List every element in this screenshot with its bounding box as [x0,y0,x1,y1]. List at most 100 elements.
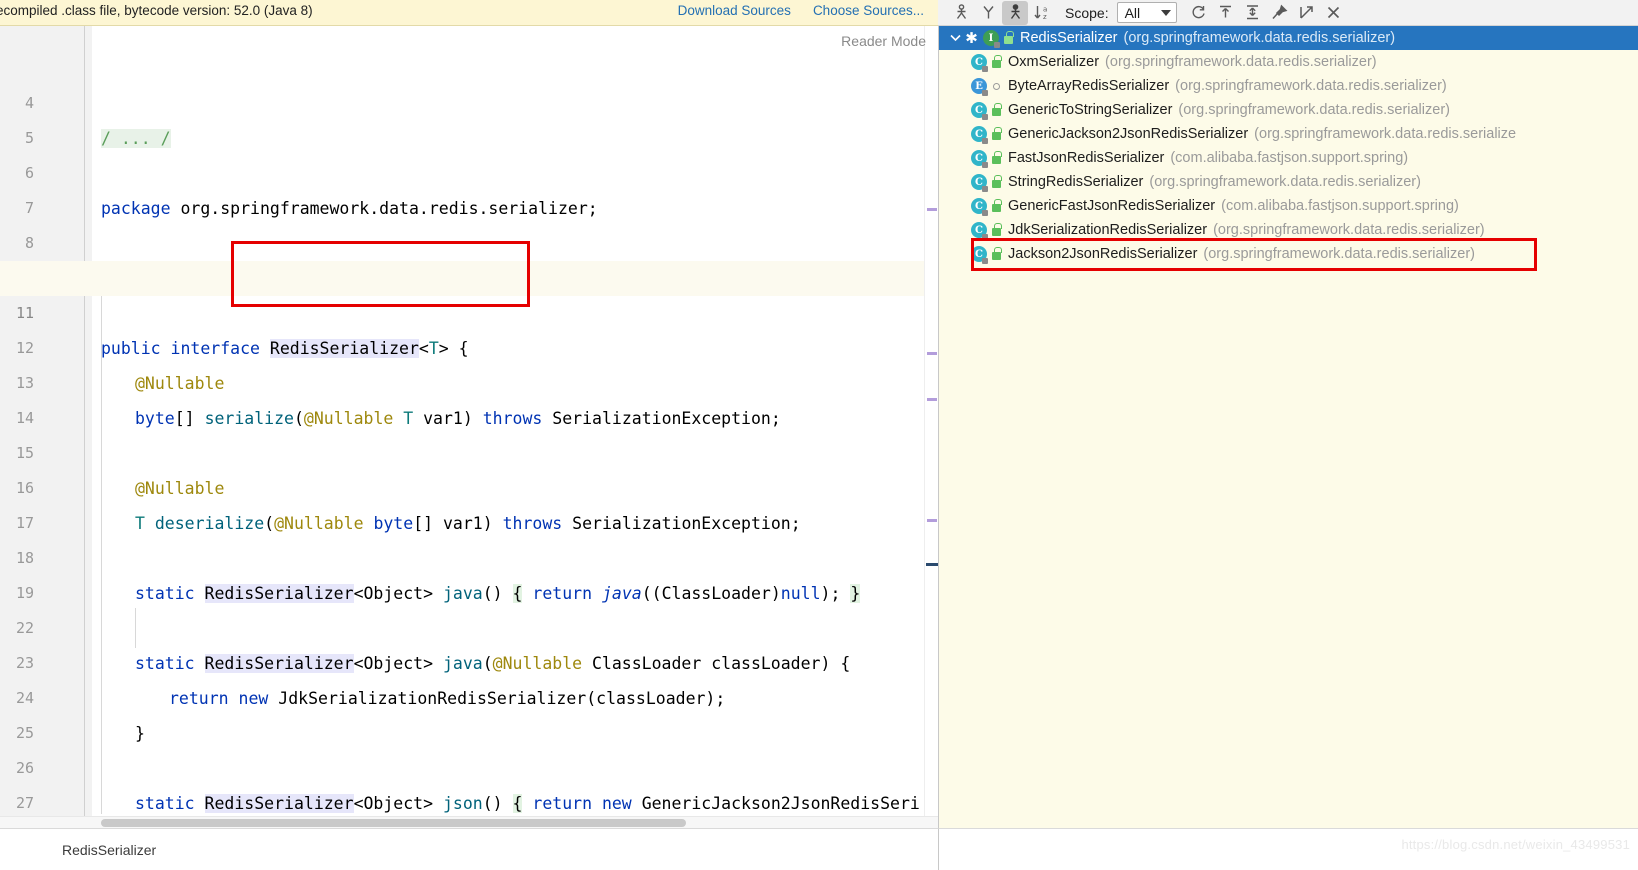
top-row: ecompiled .class file, bytecode version:… [0,0,1638,26]
visibility-lock-icon [1002,30,1015,45]
hierarchy-row[interactable]: C GenericFastJsonRedisSerializer (com.al… [939,194,1638,218]
pin-tab-icon[interactable] [1267,1,1293,25]
hierarchy-row[interactable]: C OxmSerializer (org.springframework.dat… [939,50,1638,74]
code-line: 6 package org.springframework.data.redis… [0,121,938,218]
decompiled-notification-bar: ecompiled .class file, bytecode version:… [0,0,938,26]
lock-dot [982,210,988,216]
code-line: 5 [0,86,938,147]
error-stripe[interactable] [924,26,938,816]
code-line: 7 [0,156,938,217]
hierarchy-package: (org.springframework.data.redis.serializ… [1105,54,1377,70]
hierarchy-package: (org.springframework.data.redis.serializ… [1178,102,1450,118]
lock-dot [982,258,988,264]
hierarchy-package: (org.springframework.data.redis.serializ… [1203,246,1475,262]
reader-mode-label[interactable]: Reader Mode [841,33,926,49]
scrollbar-thumb[interactable] [101,819,686,827]
code-line: 28 static RedisSerializer<String> string… [0,786,938,816]
hierarchy-row[interactable]: C JdkSerializationRedisSerializer (org.s… [939,218,1638,242]
subtypes-hierarchy-icon[interactable] [1002,0,1028,25]
hierarchy-class-name: FastJsonRedisSerializer [1008,150,1165,166]
lock-dot [982,138,988,144]
status-right-area: https://blog.csdn.net/weixin_43499531 [938,828,1638,870]
hierarchy-package: (org.springframework.data.redis.serializ… [1123,30,1396,46]
asterisk-icon: ✱ [965,30,978,47]
idea-window: ecompiled .class file, bytecode version:… [0,0,1638,870]
hierarchy-row-root[interactable]: ✱ I RedisSerializer (org.springframework… [939,26,1638,50]
supertypes-hierarchy-icon[interactable] [975,1,1001,25]
hierarchy-row[interactable]: E ByteArrayRedisSerializer (org.springfr… [939,74,1638,98]
watermark-text: https://blog.csdn.net/weixin_43499531 [1401,837,1630,852]
hierarchy-tree[interactable]: ✱ I RedisSerializer (org.springframework… [939,26,1638,828]
refresh-icon[interactable] [1186,1,1212,25]
hierarchy-row[interactable]: C GenericJackson2JsonRedisSerializer (or… [939,122,1638,146]
editor-horizontal-scrollbar[interactable] [0,816,938,828]
hierarchy-row[interactable]: C GenericToStringSerializer (org.springf… [939,98,1638,122]
class-icon: C [971,150,988,168]
visibility-dot-icon [990,79,1003,93]
code-line: 16 T deserialize(@Nullable byte[] var1) … [0,436,938,533]
visibility-lock-icon [990,222,1003,237]
stripe-mark [927,519,937,522]
sort-alphabetically-icon[interactable]: a z [1029,1,1055,25]
hierarchy-package: (org.springframework.data.redis.serializ… [1149,174,1421,190]
lock-dot [982,114,988,120]
hierarchy-package: (org.springframework.data.redis.serializ… [1213,222,1485,238]
hierarchy-package: (org.springframework.data.redis.serializ… [1175,78,1447,94]
code-content[interactable]: 4 / ... / 5 6 package org.springframewor… [0,26,938,816]
chevron-down-icon[interactable] [947,30,963,46]
code-line: 26 static RedisSerializer<Object> json()… [0,716,938,813]
collapse-all-icon[interactable] [1240,1,1266,25]
hierarchy-class-name: GenericToStringSerializer [1008,102,1173,118]
editor-scroll-area[interactable]: Reader Mode I ↓ I ↓ I ↓ @ @ [0,26,938,816]
visibility-lock-icon [990,198,1003,213]
class-icon: C [971,102,988,120]
status-breadcrumb: RedisSerializer [0,828,938,870]
class-icon: C [971,174,988,192]
code-line: 22 static RedisSerializer<Object> java(@… [0,576,938,673]
lock-dot [982,162,988,168]
class-icon: C [971,54,988,72]
notification-actions: Download Sources Choose Sources... [678,3,924,18]
hierarchy-class-name: GenericFastJsonRedisSerializer [1008,198,1216,214]
hierarchy-class-name: GenericJackson2JsonRedisSerializer [1008,126,1249,142]
code-line: 9 [0,226,938,287]
chevron-down-icon [1160,9,1171,16]
lock-dot [982,90,988,96]
class-icon: C [971,126,988,144]
expand-all-icon[interactable] [1213,1,1239,25]
svg-text:z: z [1043,13,1047,21]
hierarchy-row-jackson2json[interactable]: C Jackson2JsonRedisSerializer (org.sprin… [939,242,1638,266]
lock-dot [994,42,1000,48]
type-hierarchy-icon[interactable] [948,1,974,25]
visibility-lock-icon [990,150,1003,165]
code-line-declaration: 11 public interface RedisSerializer<T> { [0,261,938,358]
hierarchy-toolbar: a z Scope: All [938,0,1638,26]
choose-sources-link[interactable]: Choose Sources... [813,3,924,18]
status-bar: RedisSerializer https://blog.csdn.net/we… [0,828,1638,870]
hierarchy-row[interactable]: C FastJsonRedisSerializer (com.alibaba.f… [939,146,1638,170]
code-line: 8 import ... [0,191,938,288]
hierarchy-class-name: Jackson2JsonRedisSerializer [1008,246,1198,262]
code-line: 27 [0,751,938,812]
hierarchy-class-name: RedisSerializer [1020,30,1118,46]
main-body: Reader Mode I ↓ I ↓ I ↓ @ @ [0,26,1638,828]
stripe-mark [927,352,937,355]
interface-icon: I [983,30,1000,48]
enum-icon: E [971,78,988,96]
close-icon[interactable] [1321,1,1347,25]
editor-pane: Reader Mode I ↓ I ↓ I ↓ @ @ [0,26,938,828]
lock-dot [982,66,988,72]
open-in-editor-icon[interactable] [1294,1,1320,25]
hierarchy-row[interactable]: C StringRedisSerializer (org.springframe… [939,170,1638,194]
stripe-mark [927,208,937,211]
code-line: 13 byte[] serialize(@Nullable T var1) th… [0,331,938,428]
hierarchy-panel: ✱ I RedisSerializer (org.springframework… [938,26,1638,828]
scope-dropdown[interactable]: All [1116,2,1177,23]
scope-value: All [1124,4,1141,21]
download-sources-link[interactable]: Download Sources [678,3,791,18]
lock-dot [982,234,988,240]
scope-label: Scope: [1065,4,1109,21]
hierarchy-package: (com.alibaba.fastjson.support.spring) [1170,150,1409,166]
hierarchy-package: (org.springframework.data.redis.serializ… [1254,126,1517,142]
visibility-lock-icon [990,126,1003,141]
